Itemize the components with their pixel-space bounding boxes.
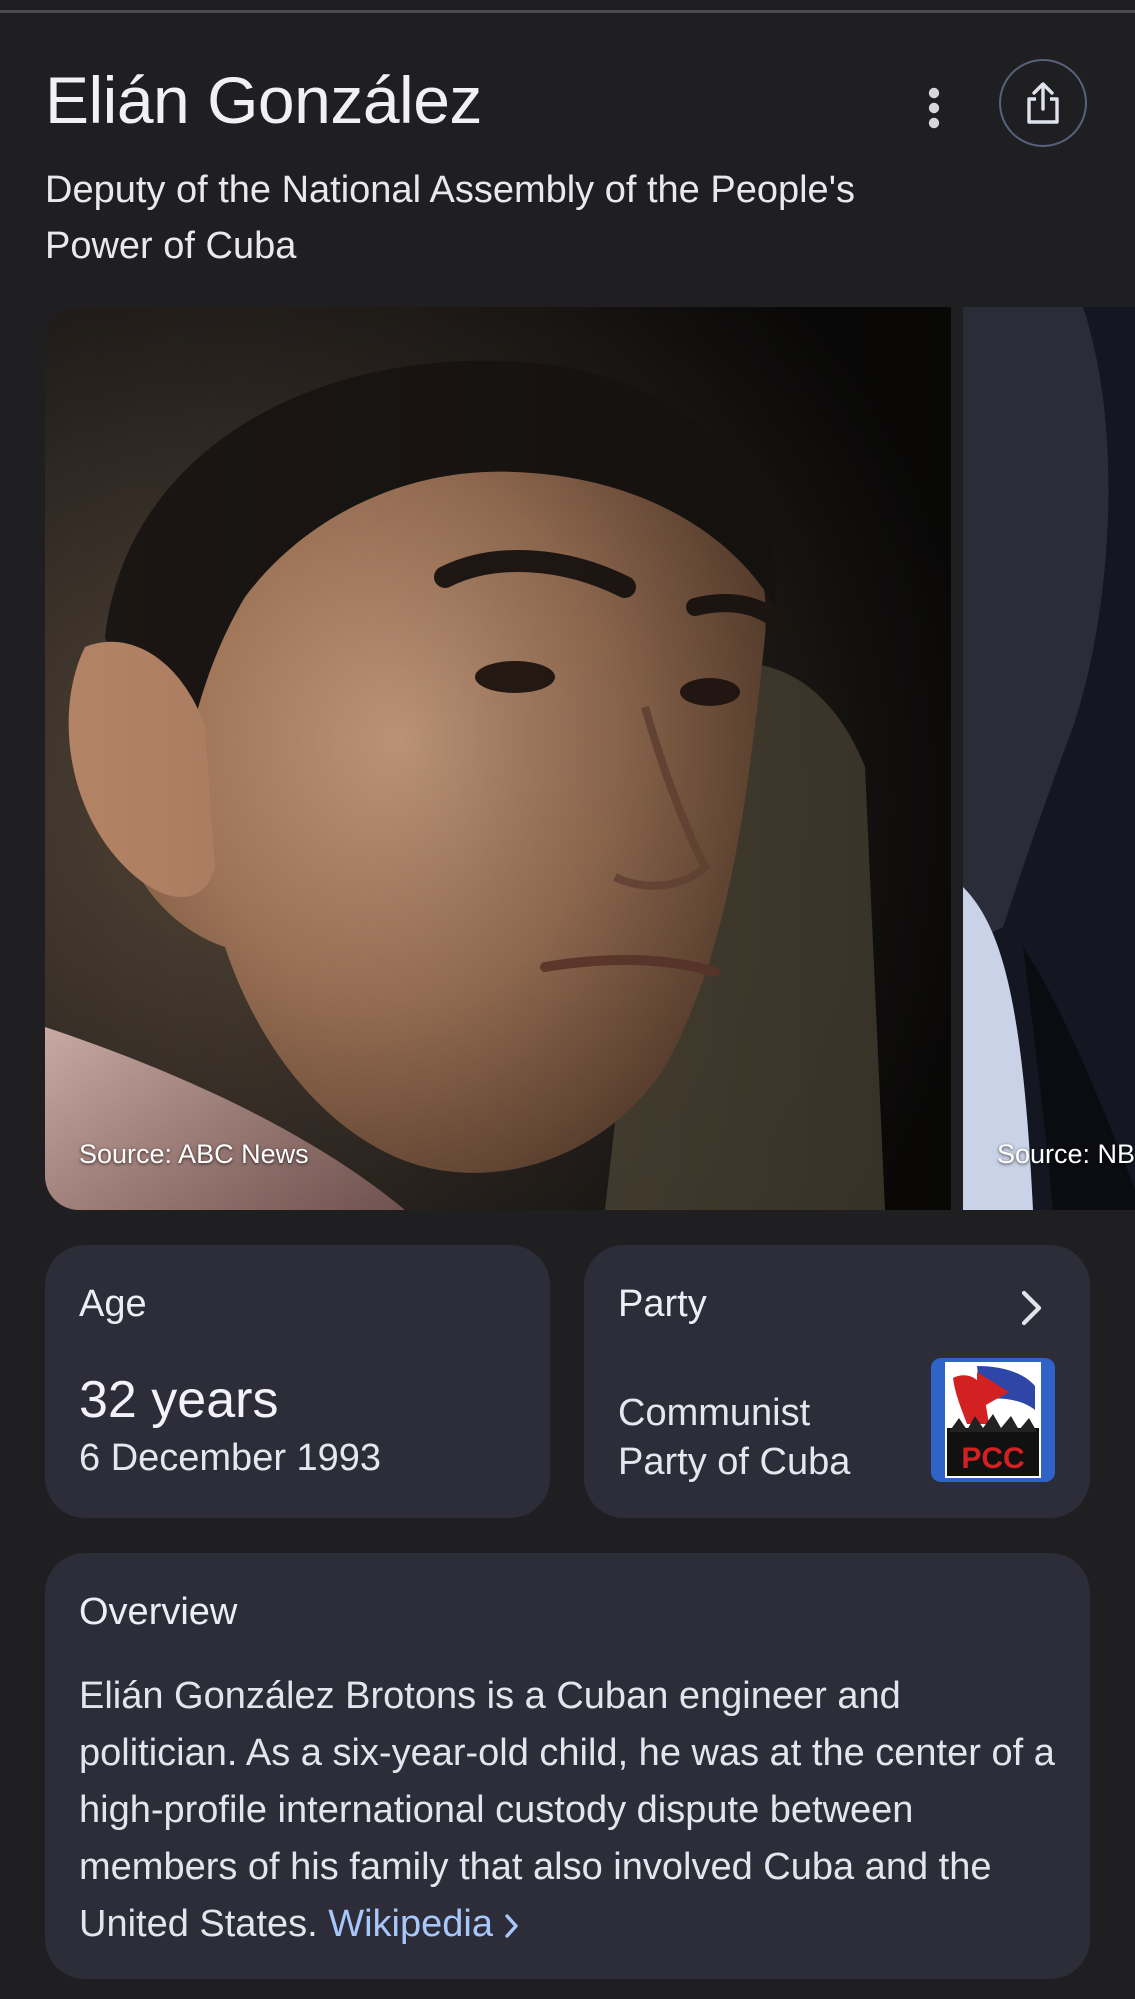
overview-card: Overview Elián González Brotons is a Cub… bbox=[45, 1553, 1090, 1979]
party-card[interactable]: Party Communist Party of Cuba PCC bbox=[584, 1245, 1090, 1518]
image-carousel[interactable]: Source: ABC News Source: NB bbox=[45, 307, 1135, 1210]
chevron-right-icon bbox=[504, 1914, 518, 1938]
share-icon bbox=[1027, 82, 1059, 124]
party-name: Communist Party of Cuba bbox=[618, 1392, 851, 1483]
party-heading: Party bbox=[618, 1283, 707, 1325]
age-value: 32 years bbox=[79, 1371, 279, 1429]
top-divider bbox=[0, 10, 1135, 13]
wikipedia-link-label: Wikipedia bbox=[328, 1903, 493, 1945]
page-title: Elián González bbox=[45, 63, 482, 137]
portrait-image bbox=[45, 307, 951, 1210]
overview-heading: Overview bbox=[79, 1591, 238, 1633]
party-logo: PCC bbox=[931, 1358, 1055, 1482]
chevron-right-icon bbox=[1021, 1290, 1042, 1326]
more-options-button[interactable] bbox=[910, 78, 958, 138]
overview-text: Elián González Brotons is a Cuban engine… bbox=[79, 1668, 1059, 1953]
page-subtitle: Deputy of the National Assembly of the P… bbox=[45, 169, 855, 267]
image-source-label: Source: ABC News bbox=[79, 1139, 309, 1169]
share-button[interactable] bbox=[999, 59, 1087, 147]
svg-text:PCC: PCC bbox=[961, 1442, 1024, 1475]
image-source-label: Source: NB bbox=[997, 1139, 1135, 1169]
second-image bbox=[963, 307, 1135, 1210]
wikipedia-link[interactable]: Wikipedia bbox=[328, 1903, 519, 1945]
age-heading: Age bbox=[79, 1283, 147, 1325]
more-vert-icon bbox=[928, 87, 940, 129]
age-card: Age 32 years 6 December 1993 bbox=[45, 1245, 550, 1518]
overview-body: Elián González Brotons is a Cuban engine… bbox=[79, 1675, 1055, 1945]
birth-date: 6 December 1993 bbox=[79, 1437, 382, 1479]
second-photo[interactable]: Source: NB bbox=[963, 307, 1135, 1210]
portrait-photo[interactable]: Source: ABC News bbox=[45, 307, 951, 1210]
